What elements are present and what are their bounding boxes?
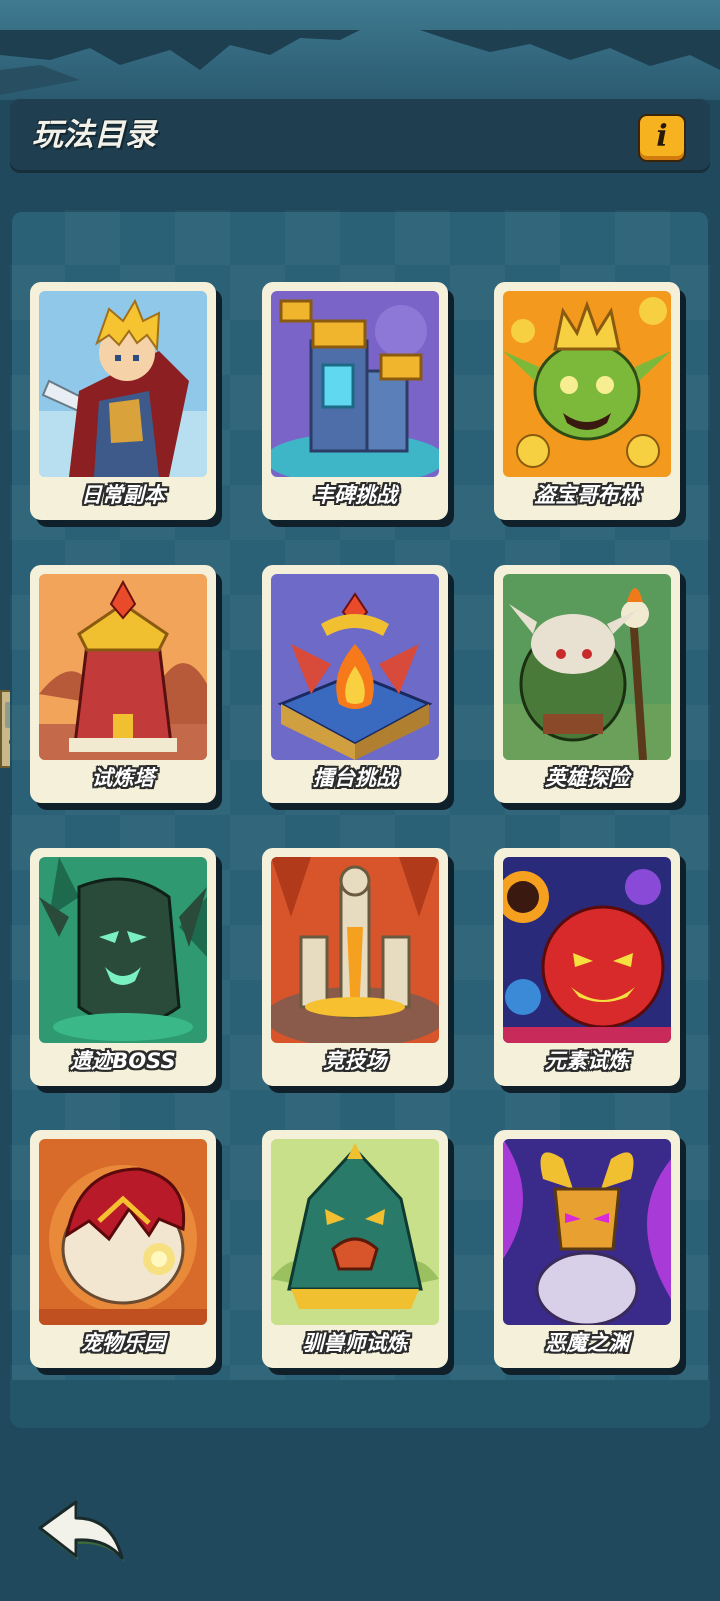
mode-card-monument-challenge[interactable]: 丰碑挑战	[262, 282, 448, 520]
info-button[interactable]: i	[638, 114, 686, 162]
mode-card-daily-dungeon[interactable]: 日常副本	[30, 282, 216, 520]
mode-card-demon-abyss[interactable]: 恶魔之渊	[494, 1130, 680, 1368]
mode-card-treasure-goblin[interactable]: 盗宝哥布林	[494, 282, 680, 520]
card-label: 恶魔之渊	[545, 1331, 629, 1355]
top-leaf-decoration	[0, 0, 720, 100]
card-label: 擂台挑战	[313, 766, 397, 790]
page-title: 玩法目录	[32, 117, 156, 153]
mode-card-trial-tower[interactable]: 试炼塔	[30, 565, 216, 803]
goblin-treasure-art	[503, 291, 671, 477]
card-label: 丰碑挑战	[313, 483, 397, 507]
demon-abyss-art	[503, 1139, 671, 1325]
card-label: 遗迹BOSS	[70, 1049, 176, 1073]
mode-card-grid: 日常副本 丰碑挑战 盗宝哥布林 试炼塔 擂台挑战 英雄探险 遗迹BOSS 竞技场…	[10, 210, 710, 1380]
orc-adventure-art	[503, 574, 671, 760]
mode-card-arena-challenge[interactable]: 擂台挑战	[262, 565, 448, 803]
mode-card-hero-adventure[interactable]: 英雄探险	[494, 565, 680, 803]
card-label: 英雄探险	[545, 766, 629, 790]
arena-fire-altar-art	[271, 574, 439, 760]
back-arrow-icon	[38, 1500, 124, 1562]
title-bar: 玩法目录 i	[10, 99, 710, 173]
element-spirit-art	[503, 857, 671, 1043]
mode-card-element-trial[interactable]: 元素试炼	[494, 848, 680, 1086]
mode-card-colosseum[interactable]: 竞技场	[262, 848, 448, 1086]
panel-footer-strip	[10, 1380, 710, 1428]
mode-card-beast-tamer-trial[interactable]: 驯兽师试炼	[262, 1130, 448, 1368]
card-label: 日常副本	[81, 483, 165, 507]
monument-tower-art	[271, 291, 439, 477]
card-label: 驯兽师试炼	[302, 1331, 408, 1355]
card-label: 试炼塔	[91, 766, 155, 790]
card-label: 盗宝哥布林	[534, 483, 640, 507]
mode-catalog-panel: 日常副本 丰碑挑战 盗宝哥布林 试炼塔 擂台挑战 英雄探险 遗迹BOSS 竞技场…	[10, 210, 710, 1428]
back-button[interactable]	[38, 1500, 130, 1572]
card-label: 元素试炼	[545, 1049, 629, 1073]
pet-egg-art	[39, 1139, 207, 1325]
mode-card-relic-boss[interactable]: 遗迹BOSS	[30, 848, 216, 1086]
mode-card-pet-park[interactable]: 宠物乐园	[30, 1130, 216, 1368]
card-label: 宠物乐园	[81, 1331, 165, 1355]
hero-swordsman-art	[39, 291, 207, 477]
treant-boss-art	[39, 857, 207, 1043]
trial-tower-art	[39, 574, 207, 760]
beast-totem-art	[271, 1139, 439, 1325]
card-label: 竞技场	[323, 1049, 387, 1073]
colosseum-art	[271, 857, 439, 1043]
